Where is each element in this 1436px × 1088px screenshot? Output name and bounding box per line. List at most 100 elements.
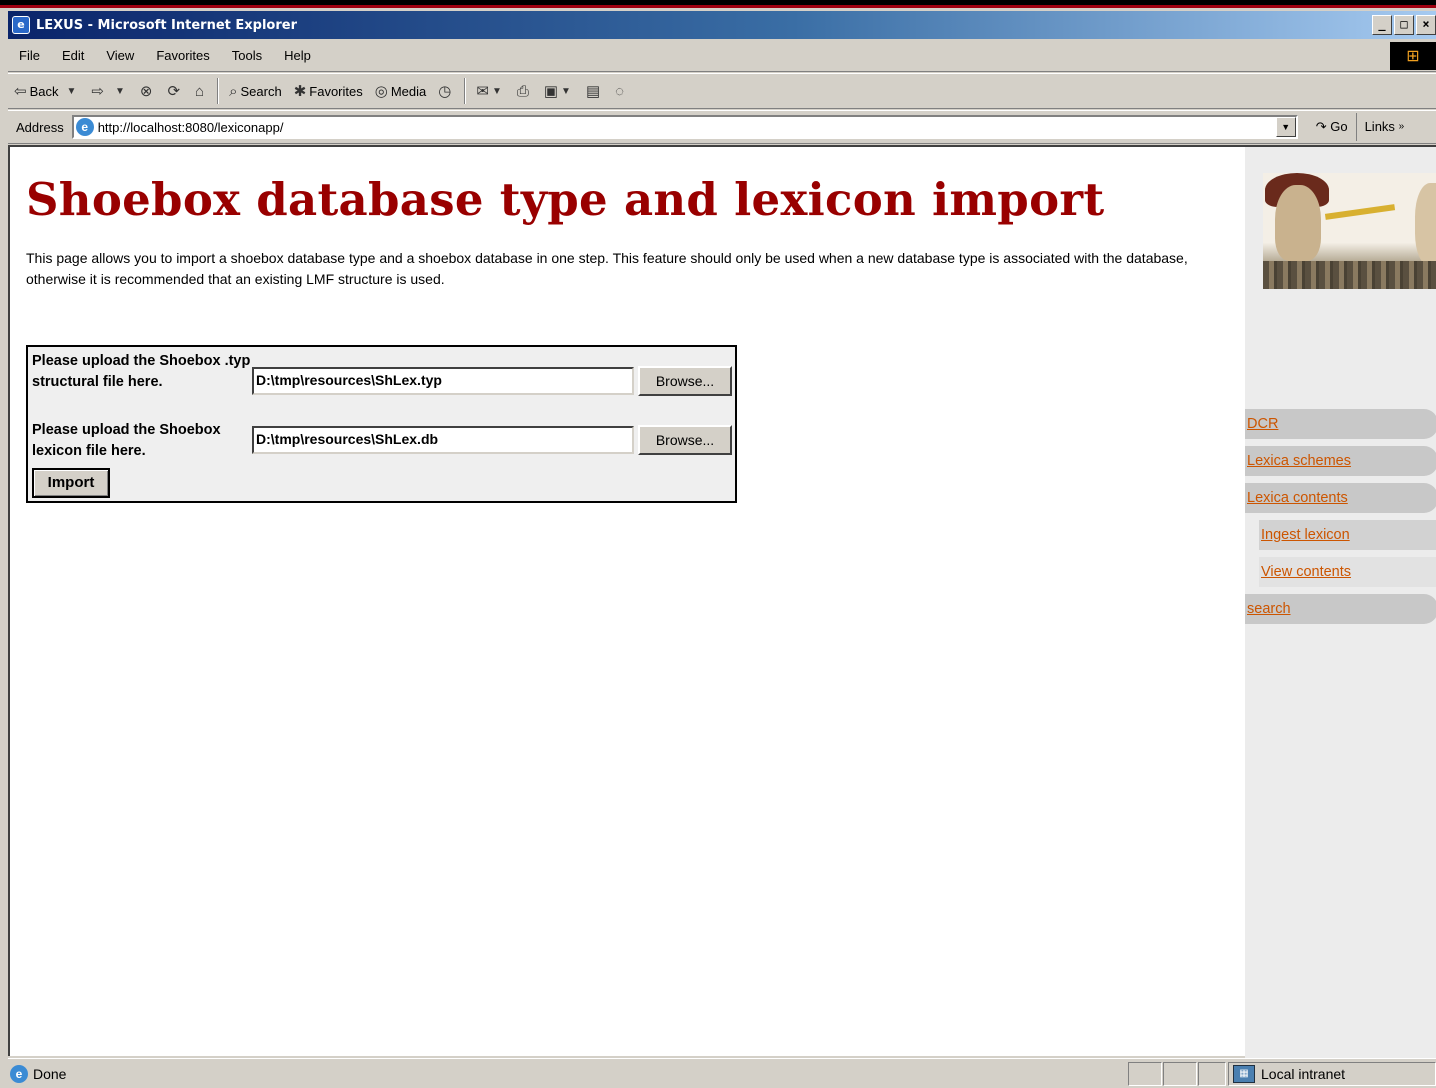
sidebar-link-dcr[interactable]: DCR bbox=[1245, 416, 1278, 432]
sidebar-item-search[interactable]: search bbox=[1245, 594, 1436, 624]
back-label: Back bbox=[29, 83, 59, 99]
home-button[interactable]: ⌂ bbox=[189, 76, 213, 106]
painting-figure-left bbox=[1275, 185, 1321, 261]
go-label: Go bbox=[1330, 119, 1348, 134]
stop-button[interactable]: ⊗ bbox=[134, 76, 162, 106]
address-url: http://localhost:8080/lexiconapp/ bbox=[97, 119, 284, 135]
import-form: Please upload the Shoebox .typ structura… bbox=[26, 345, 737, 503]
menu-view[interactable]: View bbox=[95, 48, 145, 63]
address-input[interactable]: e http://localhost:8080/lexiconapp/ ▼ bbox=[71, 115, 1298, 139]
page-icon: e bbox=[75, 118, 94, 136]
media-label: Media bbox=[390, 83, 427, 99]
sidebar-link-view-contents[interactable]: View contents bbox=[1259, 564, 1351, 580]
import-button[interactable]: Import bbox=[32, 468, 110, 498]
window-title: LEXUS - Microsoft Internet Explorer bbox=[36, 17, 298, 33]
typ-browse-button[interactable]: Browse... bbox=[638, 366, 732, 396]
status-panel bbox=[1198, 1062, 1226, 1086]
status-page-icon: e bbox=[10, 1064, 28, 1083]
favorites-button[interactable]: ✱ Favorites bbox=[288, 76, 369, 106]
sidebar-link-ingest-lexicon[interactable]: Ingest lexicon bbox=[1259, 527, 1350, 543]
links-button[interactable]: Links » bbox=[1355, 113, 1405, 141]
db-file-input[interactable]: D:\tmp\resources\ShLex.db bbox=[252, 426, 634, 454]
page-title: Shoebox database type and lexicon import bbox=[26, 173, 1105, 226]
mail-icon: ✉ bbox=[476, 83, 489, 100]
db-browse-button[interactable]: Browse... bbox=[638, 425, 732, 455]
local-intranet-icon: ▦ bbox=[1233, 1065, 1255, 1083]
sidebar-link-search[interactable]: search bbox=[1245, 601, 1291, 617]
ie-app-icon: e bbox=[12, 16, 30, 34]
back-arrow-icon: ⇦ bbox=[14, 83, 27, 100]
security-zone: ▦ Local intranet bbox=[1228, 1062, 1436, 1086]
painting-town bbox=[1263, 261, 1436, 289]
maximize-button[interactable]: □ bbox=[1394, 15, 1414, 35]
links-chevron-icon: » bbox=[1398, 121, 1405, 132]
sidebar-item-dcr[interactable]: DCR bbox=[1245, 409, 1436, 439]
forward-arrow-icon: ⇨ bbox=[91, 83, 104, 100]
status-panel bbox=[1163, 1062, 1197, 1086]
edit-icon: ▣ bbox=[543, 83, 559, 100]
close-button[interactable]: × bbox=[1416, 15, 1436, 35]
sidebar-item-ingest-lexicon[interactable]: Ingest lexicon bbox=[1259, 520, 1436, 550]
search-button[interactable]: ⌕ Search bbox=[223, 76, 288, 106]
discuss-icon: ▤ bbox=[585, 83, 601, 100]
media-button[interactable]: ◎ Media bbox=[369, 76, 433, 106]
back-dropdown-icon[interactable]: ▼ bbox=[66, 86, 76, 97]
windows-logo-icon: ⊞ bbox=[1390, 42, 1436, 70]
refresh-icon: ⟳ bbox=[167, 83, 181, 100]
media-icon: ◎ bbox=[374, 83, 388, 100]
search-icon: ⌕ bbox=[229, 82, 238, 100]
menu-file[interactable]: File bbox=[8, 48, 51, 63]
address-label: Address bbox=[16, 119, 64, 135]
menu-help[interactable]: Help bbox=[273, 48, 322, 63]
back-button[interactable]: ⇦ Back ▼ bbox=[8, 76, 85, 106]
status-text: Done bbox=[33, 1065, 67, 1082]
painting-ribbon bbox=[1324, 204, 1396, 220]
standard-toolbar: ⇦ Back ▼ ⇨ ▼ ⊗ ⟳ ⌂ ⌕ Search ✱ Favorites … bbox=[8, 73, 1436, 109]
menu-edit[interactable]: Edit bbox=[51, 48, 95, 63]
home-icon: ⌂ bbox=[195, 82, 205, 100]
main-content: Shoebox database type and lexicon import… bbox=[24, 147, 1224, 503]
history-icon: ◷ bbox=[438, 83, 452, 100]
edit-dropdown-icon[interactable]: ▼ bbox=[561, 86, 571, 97]
toolbar-separator bbox=[217, 78, 220, 104]
go-button[interactable]: ↷ Go bbox=[1308, 119, 1356, 135]
search-label: Search bbox=[240, 83, 282, 99]
typ-file-input[interactable]: D:\tmp\resources\ShLex.typ bbox=[252, 367, 634, 395]
refresh-button[interactable]: ⟳ bbox=[161, 76, 189, 106]
print-button[interactable]: ⎙ bbox=[511, 76, 538, 106]
menu-tools[interactable]: Tools bbox=[221, 48, 273, 63]
page-viewport: Shoebox database type and lexicon import… bbox=[8, 145, 1436, 1058]
mail-dropdown-icon[interactable]: ▼ bbox=[492, 86, 502, 97]
page-description: This page allows you to import a shoebox… bbox=[26, 250, 1188, 287]
sidebar-link-lexica-schemes[interactable]: Lexica schemes bbox=[1245, 453, 1351, 469]
sidebar-item-lexica-contents[interactable]: Lexica contents bbox=[1245, 483, 1436, 513]
history-button[interactable]: ◷ bbox=[432, 76, 460, 106]
menu-bar: File Edit View Favorites Tools Help ⊞ bbox=[8, 40, 1436, 72]
painting-figure-right bbox=[1415, 183, 1436, 267]
typ-file-label: Please upload the Shoebox .typ structura… bbox=[32, 353, 251, 390]
forward-dropdown-icon[interactable]: ▼ bbox=[115, 86, 125, 97]
edit-button[interactable]: ▣ ▼ bbox=[538, 76, 580, 106]
window-controls: _ □ × bbox=[1372, 15, 1436, 35]
status-bar: e Done ▦ Local intranet bbox=[8, 1058, 1436, 1088]
menu-favorites[interactable]: Favorites bbox=[145, 48, 220, 63]
sidebar-item-view-contents[interactable]: View contents bbox=[1259, 557, 1436, 587]
mail-button[interactable]: ✉ ▼ bbox=[470, 76, 510, 106]
header-painting-image bbox=[1263, 173, 1436, 289]
favorites-icon: ✱ bbox=[293, 83, 307, 100]
zone-label: Local intranet bbox=[1261, 1066, 1346, 1082]
minimize-button[interactable]: _ bbox=[1372, 15, 1392, 35]
print-icon: ⎙ bbox=[516, 82, 529, 100]
go-arrow-icon: ↷ bbox=[1315, 119, 1327, 134]
sidebar: DCR Lexica schemes Lexica contents Inges… bbox=[1245, 147, 1436, 1058]
sidebar-item-lexica-schemes[interactable]: Lexica schemes bbox=[1245, 446, 1436, 476]
links-label: Links bbox=[1364, 119, 1395, 134]
screen-top-strip bbox=[0, 0, 1436, 8]
sidebar-link-lexica-contents[interactable]: Lexica contents bbox=[1245, 490, 1348, 506]
messenger-button[interactable]: ◌ bbox=[609, 76, 633, 106]
address-dropdown-icon[interactable]: ▼ bbox=[1275, 117, 1296, 137]
discuss-button[interactable]: ▤ bbox=[580, 76, 609, 106]
window-titlebar[interactable]: e LEXUS - Microsoft Internet Explorer _ … bbox=[8, 11, 1436, 39]
forward-button[interactable]: ⇨ ▼ bbox=[85, 76, 133, 106]
db-file-label: Please upload the Shoebox lexicon file h… bbox=[32, 422, 221, 459]
